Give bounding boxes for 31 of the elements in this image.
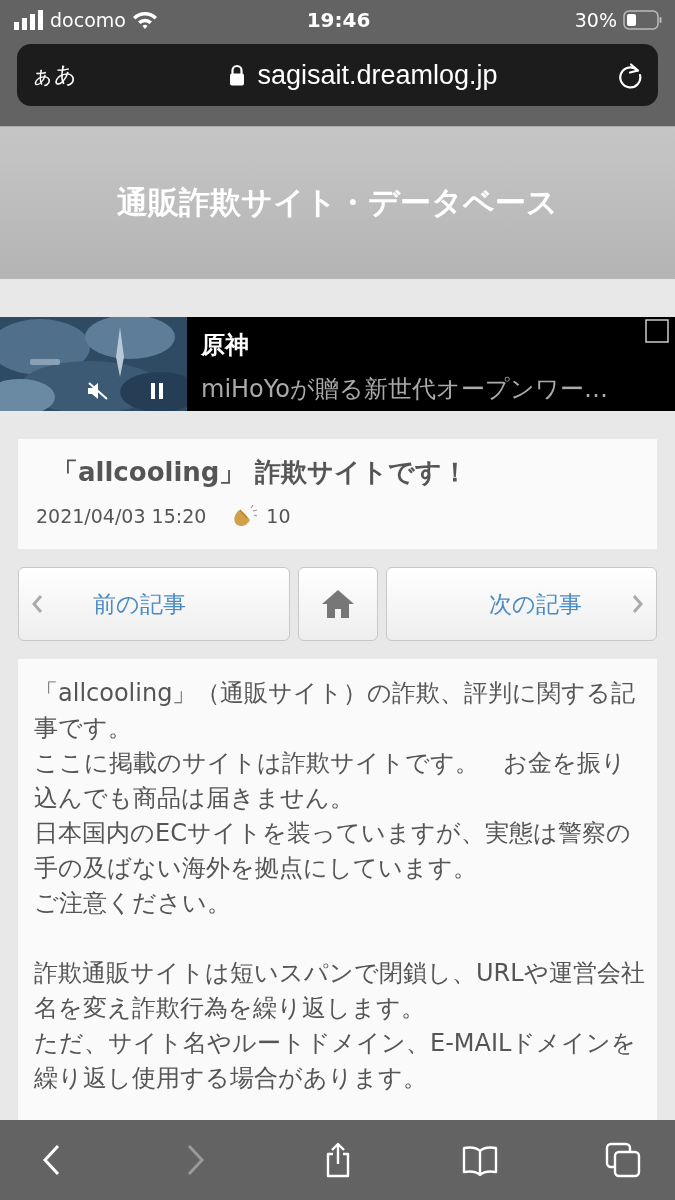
carrier-name: docomo [50, 9, 126, 31]
battery-percent: 30% [574, 9, 617, 31]
lock-icon [229, 64, 246, 86]
clock-time: 19:46 [306, 8, 371, 32]
tabs-icon[interactable] [605, 1142, 641, 1178]
article-title: 「allcooling」 詐欺サイトです！ [51, 456, 469, 489]
text-size-button[interactable]: ぁあ [31, 60, 111, 90]
muted-speaker-icon[interactable] [86, 381, 110, 401]
body-paragraph: ご注意ください。 [34, 888, 232, 919]
body-paragraph: ここに掲載のサイトは詐欺サイトです。 お金を振り込んでも商品は届きません。 [34, 748, 627, 814]
body-paragraph: 詐欺通販サイトは短いスパンで閉鎖し、URLや運営会社名を変え詐欺行為を繰り返します。 [34, 958, 646, 1024]
post-date: 2021/04/03 15:20 [36, 505, 207, 527]
ad-description: miHoYoが贈る新世代オープンワー… [201, 374, 608, 405]
chevron-right-icon [632, 594, 644, 614]
body-paragraph: 「allcooling」（通販サイト）の詐欺、評判に関する記事です。 [34, 678, 637, 744]
ad-title: 原神 [201, 330, 250, 361]
chevron-left-icon [31, 594, 43, 614]
signal-icon [14, 10, 44, 30]
pause-icon[interactable] [150, 382, 164, 400]
clap-count: 10 [266, 505, 291, 527]
url-text: sagisait.dreamlog.jp [257, 59, 498, 91]
reload-icon[interactable] [616, 61, 644, 89]
home-icon [320, 589, 355, 619]
home-button[interactable] [297, 567, 378, 641]
ad-banner[interactable]: 原神 miHoYoが贈る新世代オープンワー… [0, 317, 675, 411]
body-paragraph: ただ、サイト名やルートドメイン、E-MAILドメインを繰り返し使用する場合があります。 [34, 1028, 638, 1094]
body-paragraph: 日本国内のECサイトを装っていますが、実態は警察の手の及ばない海外を拠点にしています。 [34, 818, 632, 884]
wifi-icon [131, 10, 158, 30]
battery-icon [623, 10, 663, 30]
address-bar[interactable]: ぁあ sagisait.dreamlog.jp [17, 44, 658, 106]
square-icon[interactable] [645, 319, 669, 343]
